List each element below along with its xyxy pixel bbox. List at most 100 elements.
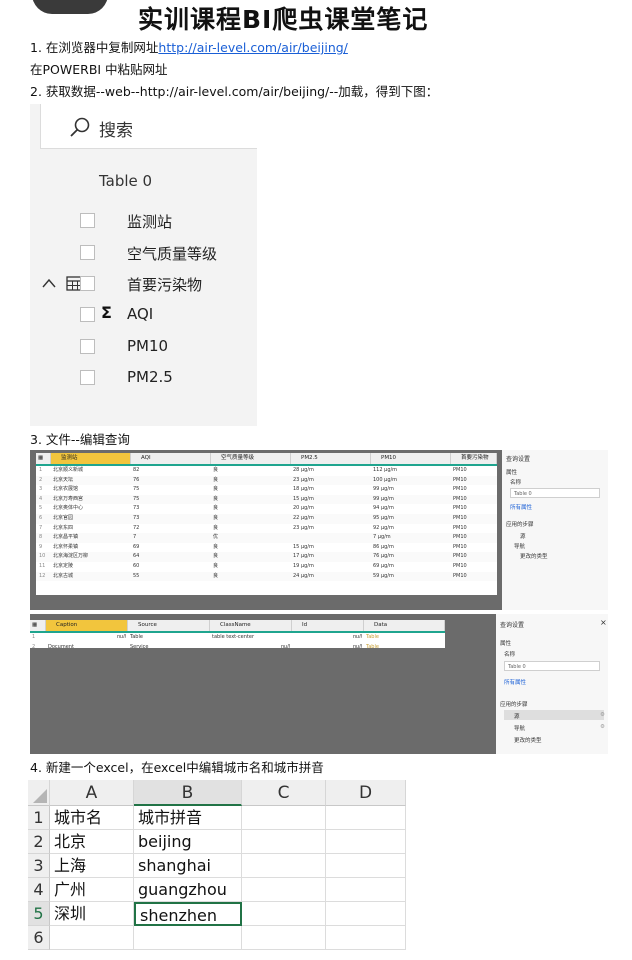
table-cell[interactable]: 北京古城 — [53, 572, 131, 582]
gear-icon[interactable]: ⚙ — [600, 712, 605, 718]
table-cell[interactable]: 28 μg/m — [293, 466, 371, 476]
table-cell[interactable]: 良 — [213, 466, 291, 476]
table-cell[interactable]: 100 μg/m — [373, 476, 451, 486]
table-cell[interactable]: 北京农展馆 — [53, 485, 131, 495]
table-cell[interactable]: 良 — [213, 485, 291, 495]
table-cell[interactable]: 86 μg/m — [373, 543, 451, 553]
table-cell[interactable]: PM10 — [453, 514, 497, 524]
row-header[interactable]: 2 — [28, 830, 50, 854]
table-cell[interactable]: 72 — [133, 524, 211, 534]
table-cell[interactable]: 69 μg/m — [373, 562, 451, 572]
column-header-d[interactable]: D — [326, 780, 406, 806]
column-header[interactable]: PM10 — [371, 453, 451, 464]
name-input[interactable]: Table 0 — [504, 661, 600, 671]
applied-step[interactable]: 源 — [514, 712, 520, 720]
table-cell[interactable]: null — [48, 633, 126, 643]
field-checkbox[interactable] — [80, 307, 95, 322]
table-cell[interactable]: 73 — [133, 504, 211, 514]
field-checkbox[interactable] — [80, 245, 95, 260]
table-cell[interactable]: PM10 — [453, 552, 497, 562]
selected-cell[interactable]: shenzhen — [134, 902, 242, 926]
table-cell[interactable]: 95 μg/m — [373, 514, 451, 524]
column-header-b[interactable]: B — [134, 780, 242, 806]
table-corner-icon[interactable]: ▦ — [30, 620, 46, 631]
field-checkbox[interactable] — [80, 276, 95, 291]
table-cell[interactable]: 良 — [213, 514, 291, 524]
table-cell[interactable]: 15 μg/m — [293, 543, 371, 553]
excel-cell[interactable] — [326, 926, 406, 950]
excel-cell[interactable]: 城市拼音 — [134, 806, 242, 830]
table-cell[interactable]: PM10 — [453, 524, 497, 534]
table-cell[interactable]: PM10 — [453, 533, 497, 543]
table-cell[interactable]: 112 μg/m — [373, 466, 451, 476]
table-cell[interactable]: Document — [48, 643, 126, 653]
table-cell[interactable]: table text-center — [212, 633, 290, 643]
table-cell[interactable]: 7 μg/m — [373, 533, 451, 543]
excel-cell[interactable] — [242, 854, 326, 878]
table-cell[interactable]: 15 μg/m — [293, 495, 371, 505]
table-cell[interactable]: Service — [130, 643, 208, 653]
excel-cell[interactable] — [326, 830, 406, 854]
table-cell[interactable]: PM10 — [453, 543, 497, 553]
table-cell[interactable]: 北京官园 — [53, 514, 131, 524]
select-all-corner[interactable] — [28, 780, 50, 806]
field-checkbox[interactable] — [80, 370, 95, 385]
table-cell[interactable]: 北京昌平镇 — [53, 533, 131, 543]
table-cell[interactable]: 75 — [133, 495, 211, 505]
table-cell[interactable]: 59 μg/m — [373, 572, 451, 582]
table-cell[interactable]: 82 — [133, 466, 211, 476]
column-header[interactable]: 空气质量等级 — [211, 453, 291, 464]
chevron-up-icon[interactable] — [42, 278, 56, 288]
row-header[interactable]: 1 — [28, 806, 50, 830]
close-icon[interactable]: × — [600, 618, 607, 627]
table-cell[interactable]: 17 μg/m — [293, 552, 371, 562]
excel-cell[interactable] — [242, 878, 326, 902]
column-header[interactable]: Source — [128, 620, 210, 631]
table-cell[interactable]: 良 — [213, 562, 291, 572]
table-corner-icon[interactable]: ▦ — [36, 453, 51, 464]
excel-cell[interactable] — [242, 902, 326, 926]
excel-cell[interactable]: 城市名 — [50, 806, 134, 830]
name-input[interactable]: Table 0 — [510, 488, 600, 498]
column-header[interactable]: 首要污染物 — [451, 453, 497, 464]
row-header[interactable]: 5 — [28, 902, 50, 926]
table-cell[interactable]: 良 — [213, 552, 291, 562]
table-cell[interactable]: PM10 — [453, 562, 497, 572]
excel-cell[interactable]: beijing — [134, 830, 242, 854]
table-cell[interactable]: 73 — [133, 514, 211, 524]
applied-step[interactable]: 更改的类型 — [520, 552, 548, 560]
table-cell[interactable]: 北京定陵 — [53, 562, 131, 572]
table-cell[interactable]: 良 — [213, 524, 291, 534]
all-properties-link[interactable]: 所有属性 — [504, 678, 526, 686]
table-cell[interactable]: 北京奥体中心 — [53, 504, 131, 514]
table-cell[interactable]: 55 — [133, 572, 211, 582]
table-cell[interactable]: Table — [366, 633, 443, 643]
excel-cell[interactable] — [242, 806, 326, 830]
column-header[interactable]: Data — [364, 620, 445, 631]
excel-cell[interactable]: guangzhou — [134, 878, 242, 902]
excel-cell[interactable] — [326, 854, 406, 878]
table-cell[interactable]: 良 — [213, 495, 291, 505]
table-cell[interactable]: 良 — [213, 504, 291, 514]
table-cell[interactable]: 北京万寿西宫 — [53, 495, 131, 505]
table-cell[interactable]: 76 — [133, 476, 211, 486]
excel-cell[interactable] — [326, 878, 406, 902]
column-header[interactable]: Id — [292, 620, 364, 631]
table-cell[interactable]: 94 μg/m — [373, 504, 451, 514]
table-cell[interactable]: 北京怀柔镇 — [53, 543, 131, 553]
table-cell[interactable]: 60 — [133, 562, 211, 572]
table-cell[interactable]: 20 μg/m — [293, 504, 371, 514]
all-properties-link[interactable]: 所有属性 — [510, 503, 532, 511]
gear-icon[interactable]: ⚙ — [600, 724, 605, 730]
column-header[interactable]: ClassName — [210, 620, 292, 631]
table-cell[interactable]: 23 μg/m — [293, 524, 371, 534]
table-cell[interactable]: 24 μg/m — [293, 572, 371, 582]
row-header[interactable]: 3 — [28, 854, 50, 878]
applied-step[interactable]: 源 — [520, 532, 526, 540]
column-header[interactable]: 监测站 — [51, 453, 131, 464]
table-cell[interactable]: 优 — [213, 533, 291, 543]
table-cell[interactable]: 良 — [213, 572, 291, 582]
excel-cell[interactable] — [326, 902, 406, 926]
row-header[interactable]: 4 — [28, 878, 50, 902]
table-cell[interactable]: PM10 — [453, 485, 497, 495]
